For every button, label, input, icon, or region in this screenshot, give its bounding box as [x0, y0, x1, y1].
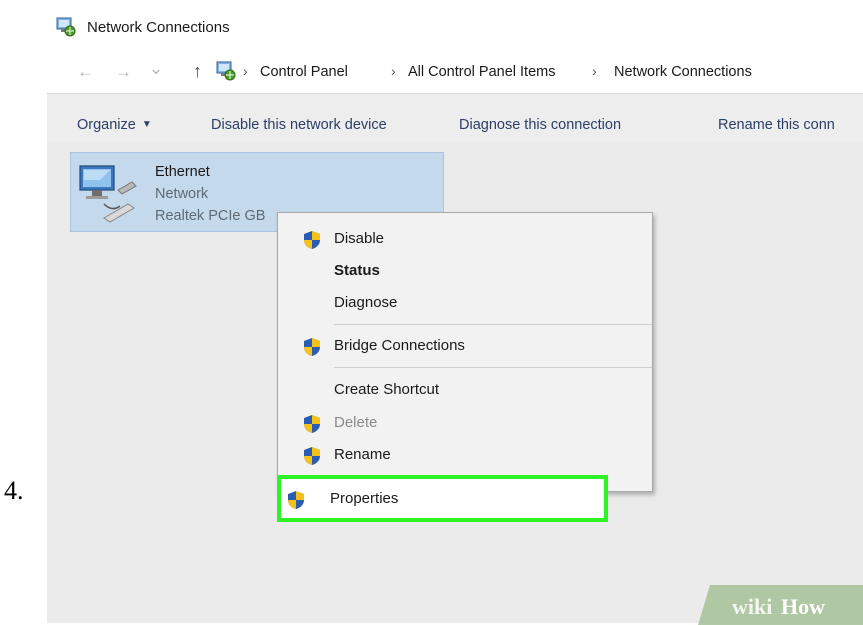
menu-item-bridge-connections[interactable]: Bridge Connections — [278, 329, 652, 363]
menu-label: Bridge Connections — [334, 337, 465, 354]
menu-label: Status — [334, 262, 380, 279]
menu-label: Diagnose — [334, 294, 398, 311]
menu-item-properties[interactable]: Properties — [277, 475, 608, 522]
breadcrumb-network-connections[interactable]: Network Connections — [614, 64, 752, 80]
uac-shield-icon — [288, 491, 304, 509]
menu-item-status[interactable]: Status — [278, 254, 652, 288]
menu-item-rename[interactable]: Rename — [278, 438, 652, 472]
ethernet-adapter-icon — [79, 165, 137, 223]
breadcrumb-control-panel[interactable]: Control Panel — [260, 64, 348, 80]
back-arrow-icon[interactable]: ← — [77, 62, 94, 82]
uac-shield-icon — [304, 338, 320, 356]
menu-separator — [334, 324, 652, 325]
menu-label: Disable — [334, 230, 385, 247]
menu-label: Delete — [334, 414, 378, 431]
window-title: Network Connections — [87, 19, 230, 36]
context-menu: Disable Status Diagnose Bridge Connectio… — [277, 212, 653, 492]
menu-separator — [334, 367, 652, 368]
recent-locations-icon[interactable]: ⌄ — [149, 59, 163, 79]
wikihow-watermark: wiki How — [698, 585, 863, 625]
menu-item-delete: Delete — [278, 406, 652, 440]
adapter-name: Ethernet — [155, 164, 210, 180]
diagnose-button[interactable]: Diagnose this connection — [459, 117, 621, 133]
watermark-wiki: wiki — [732, 594, 772, 619]
properties-label: Properties — [330, 490, 399, 507]
adapter-device: Realtek PCIe GB — [155, 208, 266, 224]
menu-label: Rename — [334, 446, 391, 463]
organize-button[interactable]: Organize ▼ — [77, 117, 152, 133]
uac-shield-icon — [304, 415, 320, 433]
disable-device-button[interactable]: Disable this network device — [211, 117, 387, 133]
organize-label: Organize — [77, 117, 136, 133]
menu-item-disable[interactable]: Disable — [278, 222, 652, 256]
menu-item-diagnose[interactable]: Diagnose — [278, 286, 652, 320]
breadcrumb-separator: › — [592, 63, 597, 79]
menu-label: Create Shortcut — [334, 381, 440, 398]
watermark-how: How — [781, 594, 825, 619]
menu-item-create-shortcut[interactable]: Create Shortcut — [278, 373, 652, 407]
chevron-down-icon: ▼ — [141, 119, 152, 130]
uac-shield-icon — [304, 447, 320, 465]
rename-button[interactable]: Rename this conn — [718, 117, 835, 133]
breadcrumb-separator: › — [243, 63, 248, 79]
address-network-icon — [216, 61, 236, 81]
forward-arrow-icon[interactable]: → — [115, 62, 132, 82]
adapter-network: Network — [155, 186, 209, 202]
uac-shield-icon — [304, 231, 320, 249]
up-arrow-icon[interactable]: ↑ — [193, 61, 202, 82]
network-connections-icon — [56, 17, 76, 37]
step-number: 4. — [4, 476, 24, 505]
breadcrumb-all-items[interactable]: All Control Panel Items — [408, 64, 555, 80]
breadcrumb-separator: › — [391, 63, 396, 79]
